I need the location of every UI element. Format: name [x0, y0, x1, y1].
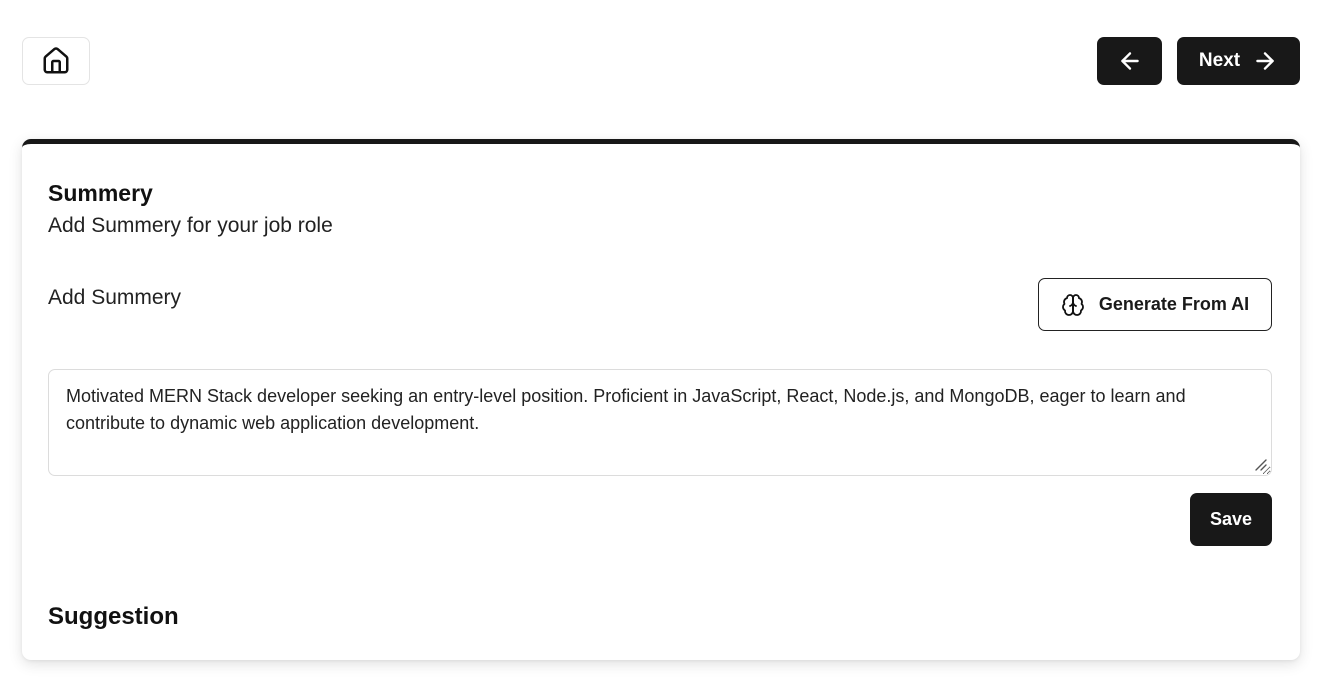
- arrow-right-icon: [1256, 52, 1274, 70]
- summary-card: Summery Add Summery for your job role Ad…: [22, 139, 1300, 660]
- save-button[interactable]: Save: [1190, 493, 1272, 546]
- summary-textarea[interactable]: Motivated MERN Stack developer seeking a…: [48, 369, 1272, 476]
- previous-button[interactable]: [1097, 37, 1162, 85]
- section-title: Summery: [48, 180, 153, 206]
- generate-from-ai-button[interactable]: Generate From AI: [1038, 278, 1272, 331]
- generate-from-ai-label: Generate From AI: [1098, 294, 1250, 314]
- resize-handle-icon[interactable]: [1254, 458, 1268, 472]
- section-subtitle: Add Summery for your job role: [48, 214, 333, 237]
- home-button[interactable]: [22, 37, 90, 85]
- arrow-left-icon: [1120, 52, 1139, 70]
- suggestion-title: Suggestion: [48, 603, 179, 630]
- next-button-label: Next: [1198, 50, 1241, 71]
- brain-icon: [1061, 293, 1084, 316]
- home-icon: [43, 47, 69, 74]
- summary-field-label: Add Summery: [48, 286, 182, 309]
- next-button[interactable]: Next: [1177, 37, 1300, 85]
